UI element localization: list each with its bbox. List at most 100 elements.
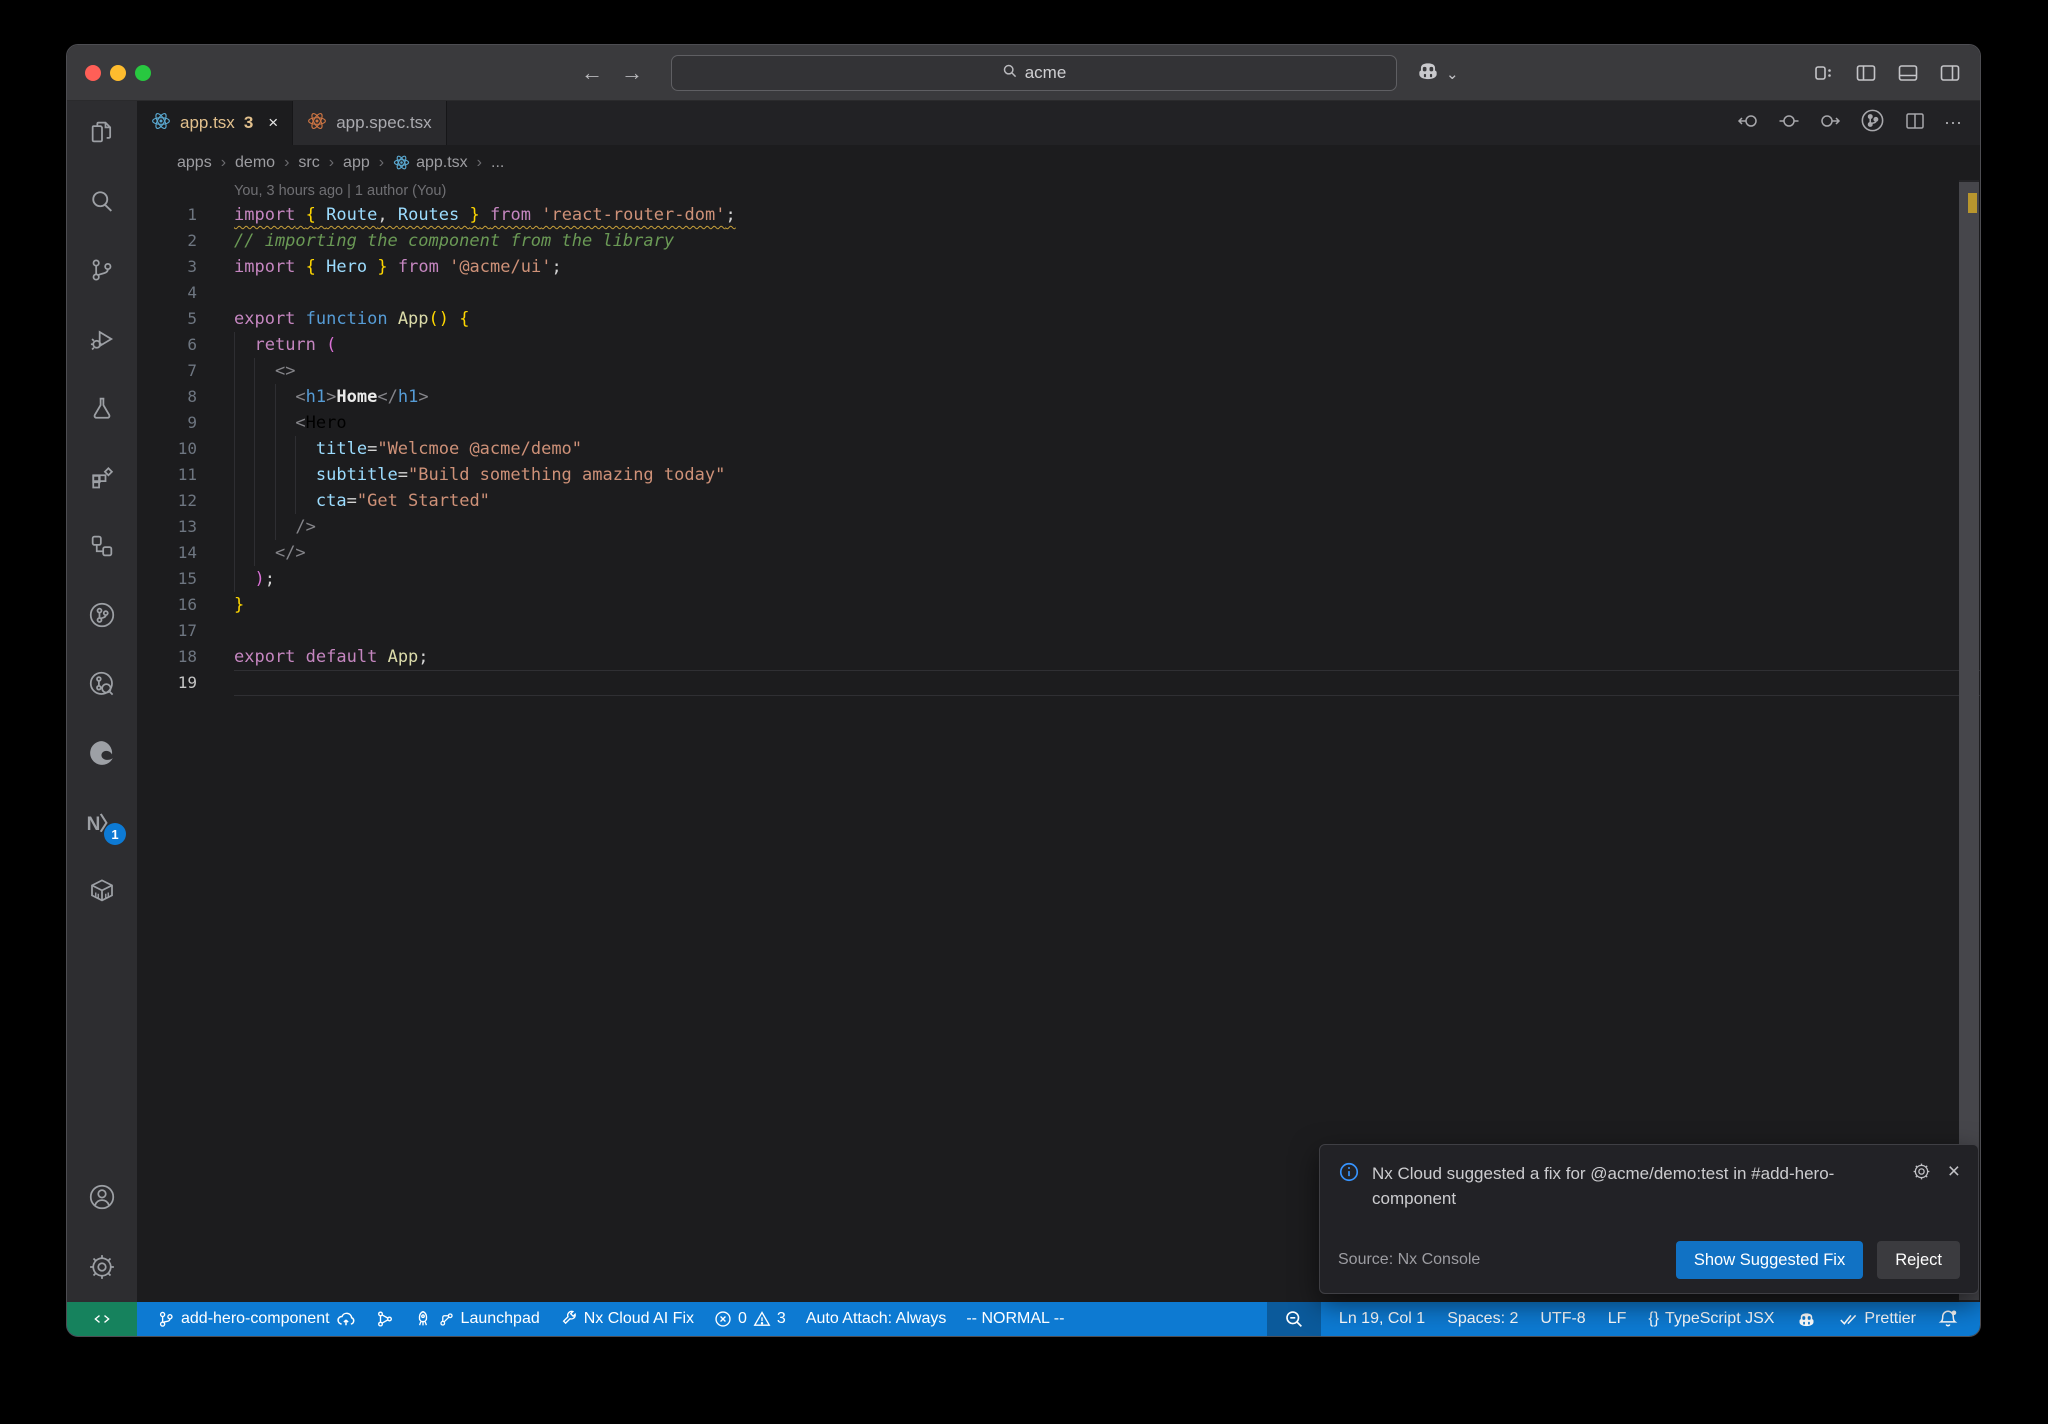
accounts-icon[interactable]: [87, 1182, 117, 1212]
remote-indicator[interactable]: [67, 1302, 137, 1336]
container-icon[interactable]: [87, 876, 117, 906]
close-window-button[interactable]: [85, 65, 101, 81]
nx-cloud-ai-fix-item[interactable]: Nx Cloud AI Fix: [560, 1310, 694, 1328]
code-line-2[interactable]: 2 // importing the component from the lib…: [137, 228, 1980, 254]
reject-button[interactable]: Reject: [1877, 1241, 1960, 1279]
problems-indicator[interactable]: 0 3: [714, 1310, 786, 1328]
code-line-1[interactable]: 1 import { Route, Routes } from 'react-ro…: [137, 202, 1980, 228]
language-indicator[interactable]: {} TypeScript JSX: [1648, 1310, 1774, 1328]
breadcrumb-file[interactable]: app.tsx: [393, 154, 468, 172]
code-line-7[interactable]: 7 <>: [137, 358, 1980, 384]
double-check-icon: [1840, 1314, 1857, 1325]
code-line-6[interactable]: 6 return (: [137, 332, 1980, 358]
tab-app-spec-tsx[interactable]: app.spec.tsx: [293, 101, 447, 145]
code-line-8[interactable]: 8 <h1>Home</h1>: [137, 384, 1980, 410]
explorer-icon[interactable]: [87, 117, 117, 147]
code-line-19[interactable]: 19: [137, 670, 1980, 696]
nav-forward-button[interactable]: →: [619, 60, 645, 86]
code-line-9[interactable]: 9 <Hero: [137, 410, 1980, 436]
code-line-4[interactable]: 4: [137, 280, 1980, 306]
indentation-indicator[interactable]: Spaces: 2: [1447, 1310, 1518, 1328]
code-line-10[interactable]: 10 title="Welcmoe @acme/demo": [137, 436, 1980, 462]
copilot-status-icon[interactable]: [1796, 1309, 1817, 1330]
zoom-indicator[interactable]: [1266, 1302, 1321, 1336]
indent-guide: [254, 514, 256, 540]
code-line-15[interactable]: 15 );: [137, 566, 1980, 592]
toggle-sidebar-left-icon[interactable]: [1854, 61, 1878, 85]
toggle-panel-icon[interactable]: [1896, 61, 1920, 85]
line-number: 3: [187, 257, 197, 276]
project-graph-icon[interactable]: [87, 531, 117, 561]
copilot-menu-button[interactable]: ⌄: [1415, 58, 1459, 89]
prettier-indicator[interactable]: Prettier: [1839, 1310, 1916, 1329]
run-debug-icon[interactable]: [87, 324, 117, 354]
source-control-icon[interactable]: [87, 255, 117, 285]
command-center-search[interactable]: acme: [671, 55, 1397, 91]
gitlens-icon[interactable]: [87, 600, 117, 630]
scrollbar-thumb[interactable]: [1959, 182, 1979, 1300]
code-line-5[interactable]: 5 export function App() {: [137, 306, 1980, 332]
nav-back-button[interactable]: ←: [579, 60, 605, 86]
edge-browser-icon[interactable]: [87, 738, 117, 768]
notifications-bell-icon[interactable]: [1938, 1309, 1958, 1329]
copilot-icon: [1415, 58, 1441, 89]
auto-attach-indicator[interactable]: Auto Attach: Always: [806, 1310, 947, 1328]
code-line-14[interactable]: 14 </>: [137, 540, 1980, 566]
code-line-16[interactable]: 16}: [137, 592, 1980, 618]
code-line-12[interactable]: 12 cta="Get Started": [137, 488, 1980, 514]
code-line-17[interactable]: 17: [137, 618, 1980, 644]
code-line-13[interactable]: 13 />: [137, 514, 1980, 540]
warning-icon: [753, 1311, 771, 1326]
tab-app-tsx[interactable]: app.tsx 3 ×: [137, 101, 294, 145]
gitlens-inspect-icon[interactable]: [87, 669, 117, 699]
code-text: export default App;: [234, 647, 429, 667]
tab-label: app.spec.tsx: [336, 113, 432, 132]
commit-graph-icon[interactable]: [1859, 107, 1886, 139]
indent-guide: [254, 488, 256, 514]
nav-dot-circle-icon[interactable]: [1777, 109, 1801, 138]
breadcrumb-item[interactable]: app: [343, 154, 370, 172]
commit-graph-status-icon[interactable]: [376, 1310, 394, 1328]
code-line-11[interactable]: 11 subtitle="Build something amazing tod…: [137, 462, 1980, 488]
code-text: [234, 670, 1980, 696]
line-number: 15: [177, 569, 197, 588]
encoding-indicator[interactable]: UTF-8: [1540, 1310, 1585, 1328]
nx-console-icon[interactable]: N〉 1: [87, 807, 126, 845]
code-text: subtitle="Build something amazing today": [234, 462, 1980, 488]
code-text: import { Hero } from '@acme/ui';: [234, 257, 562, 277]
notification-settings-gear-icon[interactable]: [1911, 1161, 1932, 1211]
breadcrumb-item[interactable]: src: [298, 154, 319, 172]
code-text: <Hero: [234, 410, 1980, 436]
breadcrumb-item[interactable]: demo: [235, 154, 275, 172]
notification-close-icon[interactable]: ×: [1948, 1161, 1960, 1211]
close-tab-icon[interactable]: ×: [268, 113, 278, 133]
tab-problem-badge: 3: [243, 113, 254, 132]
vim-mode-indicator[interactable]: -- NORMAL --: [966, 1310, 1064, 1328]
split-editor-icon[interactable]: [1903, 109, 1927, 138]
indent-guide: [234, 358, 235, 384]
search-icon[interactable]: [87, 186, 117, 216]
nav-forward-circle-icon[interactable]: [1818, 109, 1842, 138]
code-line-3[interactable]: 3 import { Hero } from '@acme/ui';: [137, 254, 1980, 280]
eol-indicator[interactable]: LF: [1608, 1310, 1627, 1328]
code-line-18[interactable]: 18 export default App;: [137, 644, 1980, 670]
cursor-position[interactable]: Ln 19, Col 1: [1339, 1310, 1425, 1328]
nav-back-circle-icon[interactable]: [1736, 109, 1760, 138]
extensions-icon[interactable]: [87, 462, 117, 492]
testing-icon[interactable]: [87, 393, 117, 423]
code-editor[interactable]: You, 3 hours ago | 1 author (You) 1 impor…: [137, 180, 1980, 1304]
settings-gear-icon[interactable]: [87, 1252, 117, 1282]
zoom-window-button[interactable]: [135, 65, 151, 81]
toggle-sidebar-right-icon[interactable]: [1938, 61, 1962, 85]
code-text: export function App() {: [234, 309, 470, 329]
customize-layout-icon[interactable]: [1812, 61, 1836, 85]
minimize-window-button[interactable]: [110, 65, 126, 81]
more-actions-icon[interactable]: ⋯: [1944, 113, 1964, 134]
breadcrumb-item[interactable]: apps: [177, 154, 212, 172]
indent-guide: [274, 410, 276, 436]
scrollbar-track[interactable]: [1959, 180, 1979, 1304]
show-suggested-fix-button[interactable]: Show Suggested Fix: [1675, 1241, 1864, 1279]
launchpad-item[interactable]: Launchpad: [414, 1310, 540, 1328]
breadcrumb-more[interactable]: ...: [491, 154, 504, 172]
branch-indicator[interactable]: add-hero-component: [157, 1309, 356, 1329]
